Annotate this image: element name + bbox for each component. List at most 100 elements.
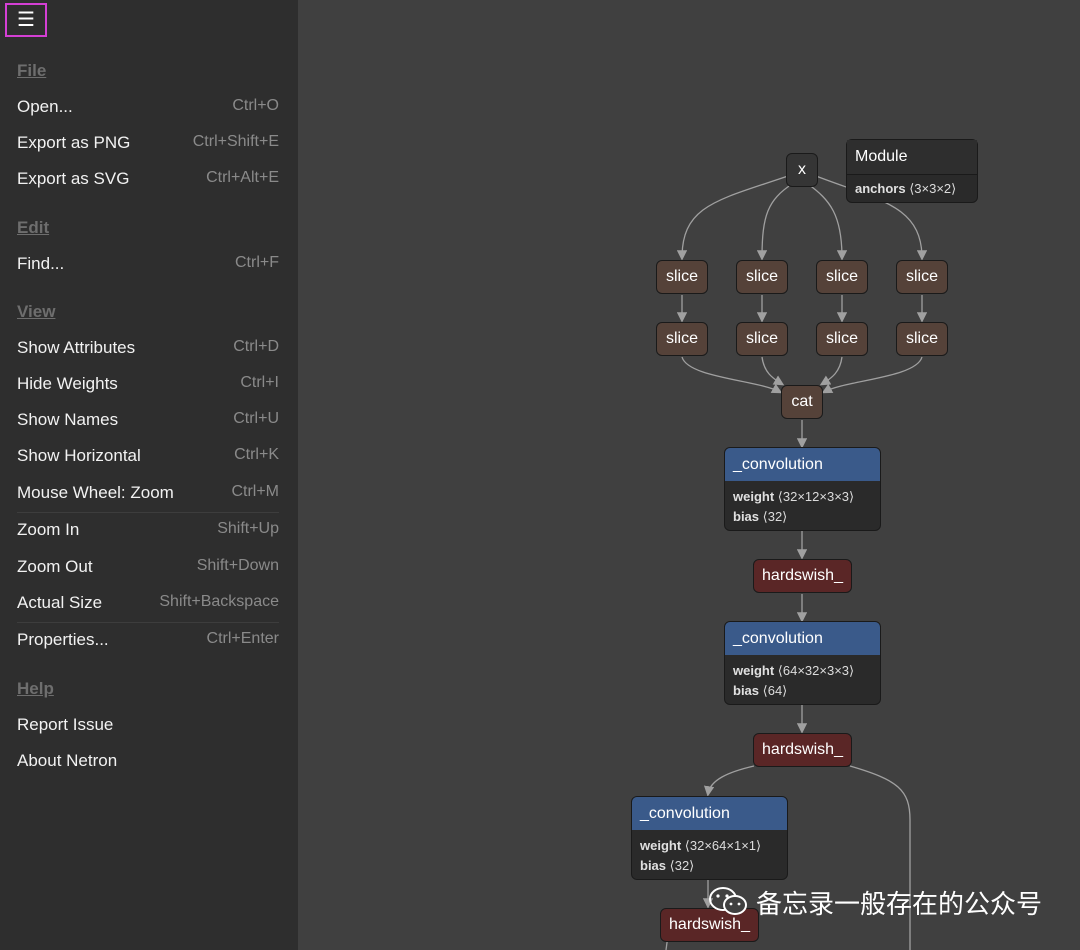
attr-name: bias [733,683,760,698]
node-title: _convolution [725,622,880,655]
menu-item-label: About Netron [17,751,118,770]
graph-node-slice[interactable]: slice [896,322,948,356]
menu-item-label: Export as PNG [17,133,131,152]
menu-item-zoom-in[interactable]: Zoom In Shift+Up [0,512,298,548]
attr-name: bias [733,509,760,524]
watermark: 备忘录一般存在的公众号 [708,884,1042,925]
menu-item-shortcut: Shift+Up [217,520,279,537]
graph-node-slice[interactable]: slice [816,322,868,356]
menu-item-label: Show Names [17,410,119,429]
graph-node-slice[interactable]: slice [816,260,868,294]
menu-item-shortcut: Ctrl+D [233,338,279,355]
menu-item-show-names[interactable]: Show Names Ctrl+U [0,402,298,438]
attr-value: ⟨32×12×3×3⟩ [777,489,855,504]
graph-node-slice[interactable]: slice [736,322,788,356]
menu-item-shortcut: Ctrl+U [233,410,279,427]
attr-name: weight [733,489,775,504]
graph-node-slice[interactable]: slice [896,260,948,294]
menu-item-shortcut: Ctrl+F [235,254,279,271]
attr-weight: weight ⟨32×12×3×3⟩ [725,487,880,507]
menu-item-mouse-wheel-zoom[interactable]: Mouse Wheel: Zoom Ctrl+M [0,475,298,511]
menu-section-view: View [17,302,56,321]
menu-item-shortcut: Ctrl+M [231,483,279,500]
menu-item-shortcut: Ctrl+O [232,97,279,114]
module-attribute: anchors ⟨3×3×2⟩ [847,174,977,203]
menu-item-hide-weights[interactable]: Hide Weights Ctrl+I [0,366,298,402]
menu-item-about[interactable]: About Netron [0,743,298,779]
menu-item-actual-size[interactable]: Actual Size Shift+Backspace [0,585,298,621]
menu-toggle-button[interactable]: ☰ [5,3,47,37]
edge [703,765,755,797]
attr-weight: weight ⟨32×64×1×1⟩ [632,836,787,856]
node-title: _convolution [725,448,880,481]
menu-item-label: Properties... [17,630,109,649]
menu-item-label: Zoom Out [17,557,93,576]
attr-name: bias [640,858,667,873]
edge [761,356,785,386]
graph-canvas[interactable]: x Module anchors ⟨3×3×2⟩ slice slice sli… [298,0,1080,950]
menu-item-label: Report Issue [17,715,114,734]
menu-item-shortcut: Ctrl+I [240,374,279,391]
menu-item-label: Show Horizontal [17,446,141,465]
menu-item-show-attributes[interactable]: Show Attributes Ctrl+D [0,330,298,366]
node-title: _convolution [632,797,787,830]
menu-item-label: Mouse Wheel: Zoom [17,483,174,502]
graph-node-hardswish[interactable]: hardswish_ [753,559,852,593]
graph-node-slice[interactable]: slice [736,260,788,294]
menu-item-label: Hide Weights [17,374,118,393]
attr-bias: bias ⟨32⟩ [632,856,787,876]
graph-node-convolution[interactable]: _convolution weight ⟨64×32×3×3⟩ bias ⟨64… [724,621,881,705]
attr-name: weight [640,838,682,853]
edge [681,356,783,394]
attr-bias: bias ⟨32⟩ [725,507,880,527]
menu-item-zoom-out[interactable]: Zoom Out Shift+Down [0,549,298,585]
attr-value: ⟨32⟩ [669,858,695,873]
graph-node-cat[interactable]: cat [781,385,823,419]
menu-item-shortcut: Shift+Backspace [159,593,279,610]
graph-node-convolution[interactable]: _convolution weight ⟨32×64×1×1⟩ bias ⟨32… [631,796,788,880]
menu-section-file: File [17,61,47,80]
graph-node-convolution[interactable]: _convolution weight ⟨32×12×3×3⟩ bias ⟨32… [724,447,881,531]
attr-value: ⟨32⟩ [762,509,788,524]
graph-node-hardswish[interactable]: hardswish_ [753,733,852,767]
menu-item-open[interactable]: Open... Ctrl+O [0,89,298,125]
edge [807,183,848,261]
menu-item-shortcut: Ctrl+Enter [206,630,279,647]
module-title: Module [847,140,977,174]
menu-section-edit: Edit [17,218,50,237]
menu-section-help: Help [17,679,54,698]
graph-node-input-x[interactable]: x [786,153,818,187]
menu-item-label: Find... [17,254,65,273]
menu-sidebar: ☰ File Open... Ctrl+O Export as PNG Ctrl+S… [0,0,298,950]
menu-item-shortcut: Shift+Down [196,557,279,574]
attr-value: ⟨32×64×1×1⟩ [684,838,762,853]
attr-bias: bias ⟨64⟩ [725,681,880,701]
menu-item-shortcut: Ctrl+Shift+E [192,133,279,150]
menu-item-properties[interactable]: Properties... Ctrl+Enter [0,622,298,658]
graph-node-module[interactable]: Module anchors ⟨3×3×2⟩ [846,139,978,203]
attr-value: ⟨3×3×2⟩ [909,181,957,196]
menu-item-show-horizontal[interactable]: Show Horizontal Ctrl+K [0,438,298,474]
menu-item-label: Zoom In [17,520,80,539]
menu-item-export-svg[interactable]: Export as SVG Ctrl+Alt+E [0,161,298,197]
wechat-icon [708,886,750,925]
menu-item-label: Actual Size [17,593,103,612]
graph-node-slice[interactable]: slice [656,322,708,356]
attr-value: ⟨64×32×3×3⟩ [777,663,855,678]
menu-item-find[interactable]: Find... Ctrl+F [0,246,298,282]
attr-value: ⟨64⟩ [762,683,788,698]
watermark-text: 备忘录一般存在的公众号 [756,890,1043,920]
menu-item-shortcut: Ctrl+K [234,446,279,463]
menu-item-label: Open... [17,97,73,116]
edge [756,183,793,261]
edge [819,356,843,386]
attr-name: weight [733,663,775,678]
attr-weight: weight ⟨64×32×3×3⟩ [725,661,880,681]
menu-item-label: Export as SVG [17,169,130,188]
graph-node-slice[interactable]: slice [656,260,708,294]
edge [821,356,923,394]
attr-name: anchors [855,181,906,196]
menu-item-export-png[interactable]: Export as PNG Ctrl+Shift+E [0,125,298,161]
menu-item-report-issue[interactable]: Report Issue [0,707,298,743]
edge [676,175,789,261]
